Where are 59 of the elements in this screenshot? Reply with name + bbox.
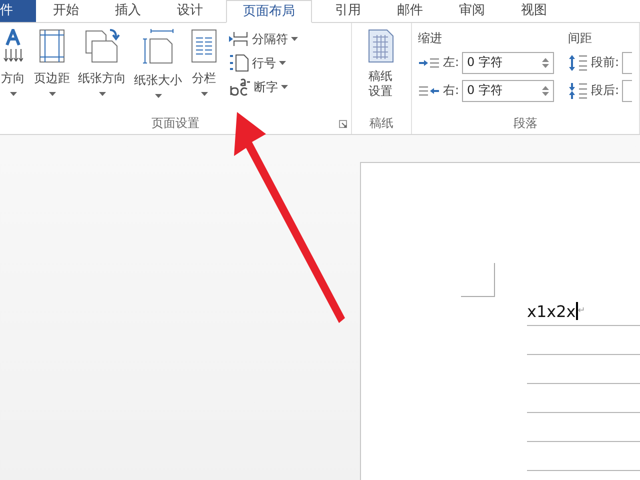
caret-icon <box>291 37 298 41</box>
caret-icon <box>281 85 288 89</box>
group-label: 段落 <box>514 114 538 132</box>
paper-size-icon <box>141 29 175 65</box>
field-label: 右: <box>443 82 460 99</box>
orientation-icon <box>84 29 120 63</box>
grid-paper-icon <box>368 29 394 63</box>
spin-field[interactable] <box>622 52 632 74</box>
caret-icon <box>200 92 208 96</box>
spin-arrows-icon <box>542 84 550 96</box>
paragraph-mark: ↵ <box>578 306 586 316</box>
line-numbers-icon <box>229 54 249 72</box>
section-heading: 间距 <box>568 30 594 47</box>
ribbon-tab[interactable]: 页面布局 <box>226 0 312 23</box>
space-after-icon <box>568 82 588 100</box>
columns-icon <box>191 29 217 63</box>
ribbon-tab[interactable]: 审阅 <box>446 0 498 22</box>
field-label: 左: <box>443 54 460 71</box>
ribbon-button[interactable]: 纸张方向 <box>75 29 129 96</box>
indent-right-icon <box>418 84 440 96</box>
ribbon-tab[interactable]: 引用 <box>322 0 374 22</box>
corner-mark <box>461 263 495 297</box>
ribbon-button[interactable]: 分隔符 <box>229 29 298 49</box>
group-label: 稿纸 <box>370 114 394 132</box>
ribbon-tab[interactable]: 邮件 <box>384 0 436 22</box>
ribbon-button[interactable]: 行号 <box>229 53 298 73</box>
dialog-launcher-icon <box>339 120 347 128</box>
document-text: x1x2x <box>527 302 576 320</box>
section-heading: 缩进 <box>418 30 443 47</box>
file-tab[interactable]: 件 <box>0 0 36 22</box>
spin-field[interactable]: 0 字符 <box>462 52 554 74</box>
ribbon-button[interactable]: 断字 <box>229 77 298 97</box>
ribbon-tab[interactable]: 设计 <box>164 0 216 22</box>
ribbon-button[interactable]: 方向 <box>0 29 29 96</box>
hyphenation-icon <box>229 78 251 96</box>
field-label: 段前: <box>591 54 620 71</box>
page-break-icon <box>229 31 249 47</box>
field-label: 段后: <box>591 82 620 99</box>
caret-icon <box>48 92 56 96</box>
caret-icon <box>154 94 162 98</box>
ribbon-button[interactable]: 稿纸设置 <box>364 29 398 99</box>
ribbon-button[interactable]: 分栏 <box>187 29 221 96</box>
text-direction-icon <box>3 29 23 63</box>
ribbon-tab[interactable]: 视图 <box>508 0 560 22</box>
group-label: 页面设置 <box>152 114 200 132</box>
text-cursor <box>576 302 578 320</box>
caret-icon <box>10 92 16 96</box>
spin-arrows-icon <box>542 56 550 68</box>
space-before-icon <box>568 54 588 72</box>
spin-field[interactable] <box>622 80 632 102</box>
margins-icon <box>38 29 66 63</box>
caret-icon <box>279 61 286 65</box>
ribbon-tab[interactable]: 插入 <box>102 0 154 22</box>
caret-icon <box>98 92 106 96</box>
indent-left-icon <box>418 56 440 68</box>
spin-field[interactable]: 0 字符 <box>462 80 554 102</box>
ribbon-button[interactable]: 纸张大小 <box>131 29 185 98</box>
ribbon-button[interactable]: 页边距 <box>31 29 73 96</box>
ribbon-tab[interactable]: 开始 <box>40 0 92 22</box>
